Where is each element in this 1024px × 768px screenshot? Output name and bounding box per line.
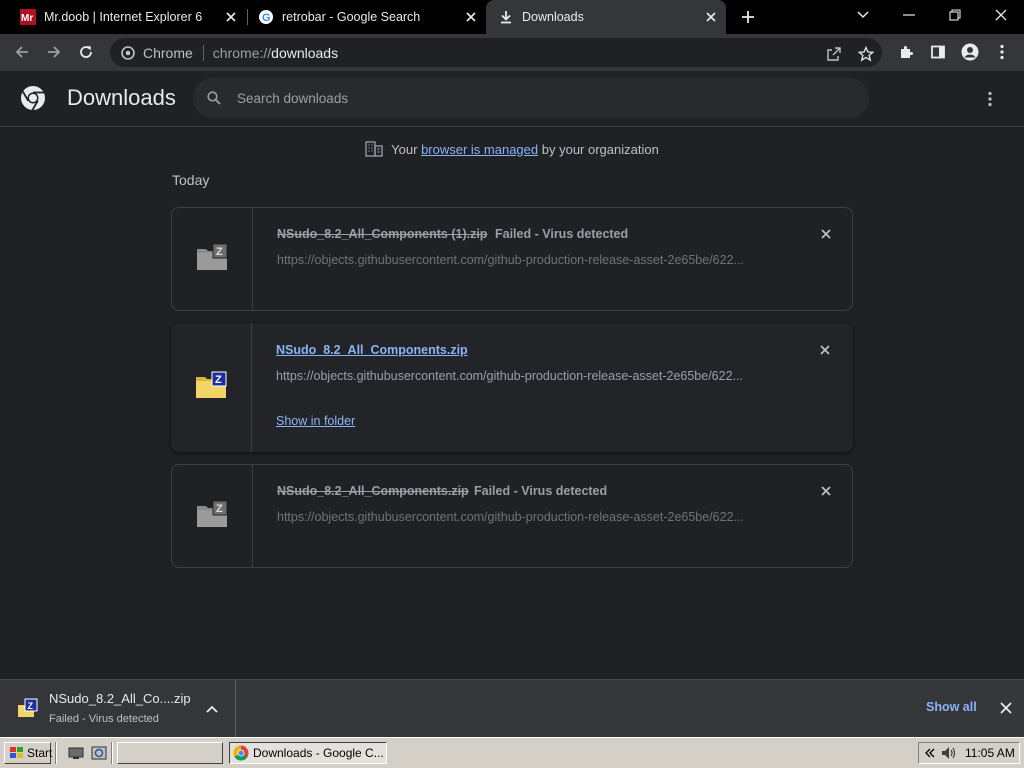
chevron-up-icon[interactable] bbox=[203, 700, 221, 718]
taskbar-separator bbox=[55, 742, 57, 764]
tab-title: Downloads bbox=[522, 10, 584, 24]
omnibox-separator bbox=[202, 44, 204, 61]
downloads-main: Your browser is managed by your organiza… bbox=[0, 128, 1024, 679]
share-icon[interactable] bbox=[824, 44, 844, 64]
extensions-icon[interactable] bbox=[892, 38, 920, 66]
download-url: https://objects.githubusercontent.com/gi… bbox=[277, 253, 744, 267]
tray-expand-icon[interactable] bbox=[922, 745, 938, 761]
tab-strip: Mr Mr.doob | Internet Explorer 6 G retro… bbox=[0, 0, 1024, 34]
close-window-button[interactable] bbox=[978, 0, 1024, 30]
taskbar-empty-slot[interactable] bbox=[117, 742, 223, 764]
tab-search-chevron-icon[interactable] bbox=[840, 0, 886, 30]
managed-prefix: Your bbox=[391, 141, 418, 157]
browser-toolbar: Chrome chrome:// downloads bbox=[0, 34, 1024, 71]
page-title: Downloads bbox=[67, 85, 176, 110]
download-item: Z NSudo_8.2_All_Components.zip Failed - … bbox=[171, 464, 853, 568]
downloads-menu-icon[interactable] bbox=[978, 87, 1002, 111]
search-box[interactable] bbox=[193, 78, 869, 118]
file-icon-column: Z bbox=[172, 465, 253, 567]
chrome-menu-icon[interactable] bbox=[988, 38, 1016, 66]
chrome-site-icon bbox=[120, 45, 136, 61]
download-url: https://objects.githubusercontent.com/gi… bbox=[277, 510, 744, 524]
url-host: downloads bbox=[271, 44, 339, 61]
search-input[interactable] bbox=[237, 90, 797, 106]
url-scheme: chrome:// bbox=[212, 44, 272, 61]
download-icon bbox=[498, 9, 514, 25]
download-shelf: Z NSudo_8.2_All_Co....zip Failed - Virus… bbox=[0, 679, 1024, 738]
file-name: NSudo_8.2_All_Components.zip bbox=[277, 484, 469, 498]
explorer-quicklaunch-icon[interactable] bbox=[91, 746, 107, 760]
download-status: Failed - Virus detected bbox=[495, 227, 629, 241]
taskbar: Start Downloads - Google C... 11:05 AM bbox=[0, 737, 1024, 768]
taskbar-separator bbox=[111, 742, 113, 764]
svg-text:Z: Z bbox=[215, 374, 222, 386]
file-icon-column: Z bbox=[171, 323, 252, 452]
search-icon bbox=[205, 89, 223, 107]
reload-button[interactable] bbox=[72, 38, 100, 66]
google-g-icon: G bbox=[258, 9, 274, 25]
new-tab-button[interactable] bbox=[736, 6, 760, 28]
close-tab-icon[interactable] bbox=[462, 8, 480, 26]
building-icon bbox=[365, 140, 383, 158]
remove-item-icon[interactable] bbox=[817, 482, 835, 500]
chrome-taskbar-icon bbox=[233, 745, 249, 761]
shelf-download-item[interactable]: Z NSudo_8.2_All_Co....zip Failed - Virus… bbox=[0, 680, 236, 738]
show-desktop-icon[interactable] bbox=[68, 746, 84, 760]
clock: 11:05 AM bbox=[965, 746, 1015, 760]
svg-text:Mr: Mr bbox=[21, 13, 33, 24]
site-chip-label: Chrome bbox=[143, 44, 193, 61]
date-section-label: Today bbox=[172, 172, 210, 188]
tab-mrdoob[interactable]: Mr Mr.doob | Internet Explorer 6 bbox=[0, 0, 246, 34]
windows-logo-icon bbox=[9, 746, 25, 760]
back-button[interactable] bbox=[8, 38, 36, 66]
system-tray: 11:05 AM bbox=[918, 742, 1020, 764]
tab-downloads[interactable]: Downloads bbox=[486, 0, 726, 34]
managed-notice: Your browser is managed by your organiza… bbox=[0, 140, 1024, 158]
svg-text:G: G bbox=[262, 12, 271, 24]
zip-file-icon: Z bbox=[18, 698, 38, 718]
tab-title: retrobar - Google Search bbox=[282, 10, 421, 24]
download-item: Z NSudo_8.2_All_Components.zip https://o… bbox=[171, 323, 853, 452]
task-label: Downloads - Google C... bbox=[253, 746, 384, 760]
close-shelf-icon[interactable] bbox=[997, 699, 1015, 717]
remove-item-icon[interactable] bbox=[817, 225, 835, 243]
managed-suffix: by your organization bbox=[541, 141, 659, 157]
tab-google-search[interactable]: G retrobar - Google Search bbox=[248, 0, 486, 34]
browser-managed-link[interactable]: browser is managed bbox=[421, 142, 538, 157]
tab-title: Mr.doob | Internet Explorer 6 bbox=[44, 10, 203, 24]
close-tab-icon[interactable] bbox=[702, 8, 720, 26]
download-status: Failed - Virus detected bbox=[474, 484, 608, 498]
download-url: https://objects.githubusercontent.com/gi… bbox=[276, 369, 743, 383]
show-in-folder-link[interactable]: Show in folder bbox=[276, 414, 355, 428]
bookmark-star-icon[interactable] bbox=[856, 44, 876, 64]
forward-button[interactable] bbox=[40, 38, 68, 66]
show-all-button[interactable]: Show all bbox=[926, 700, 977, 714]
mrdoob-favicon: Mr bbox=[20, 9, 36, 25]
file-icon-column: Z bbox=[172, 208, 253, 310]
download-item: Z NSudo_8.2_All_Components (1).zip Faile… bbox=[171, 207, 853, 311]
volume-icon[interactable] bbox=[941, 745, 957, 761]
downloads-header: Downloads bbox=[0, 71, 1024, 127]
profile-avatar-icon[interactable] bbox=[956, 38, 984, 66]
zip-file-icon: Z bbox=[196, 243, 228, 276]
svg-text:Z: Z bbox=[216, 503, 223, 515]
side-panel-icon[interactable] bbox=[924, 38, 952, 66]
chrome-logo-icon bbox=[20, 85, 46, 111]
svg-text:Z: Z bbox=[28, 701, 34, 711]
file-name: NSudo_8.2_All_Components (1).zip bbox=[277, 227, 488, 241]
restore-button[interactable] bbox=[932, 0, 978, 30]
omnibox[interactable]: Chrome chrome:// downloads bbox=[110, 38, 882, 67]
minimize-button[interactable] bbox=[886, 0, 932, 30]
close-tab-icon[interactable] bbox=[222, 8, 240, 26]
shelf-status: Failed - Virus detected bbox=[49, 713, 159, 725]
remove-item-icon[interactable] bbox=[816, 341, 834, 359]
shelf-file-name: NSudo_8.2_All_Co....zip bbox=[49, 691, 191, 706]
start-button[interactable]: Start bbox=[4, 742, 53, 764]
taskbar-chrome-task[interactable]: Downloads - Google C... bbox=[229, 742, 387, 764]
start-label: Start bbox=[27, 746, 53, 760]
file-name-link[interactable]: NSudo_8.2_All_Components.zip bbox=[276, 343, 468, 357]
zip-file-icon: Z bbox=[196, 500, 228, 533]
zip-file-icon: Z bbox=[195, 371, 227, 404]
svg-text:Z: Z bbox=[216, 246, 223, 258]
